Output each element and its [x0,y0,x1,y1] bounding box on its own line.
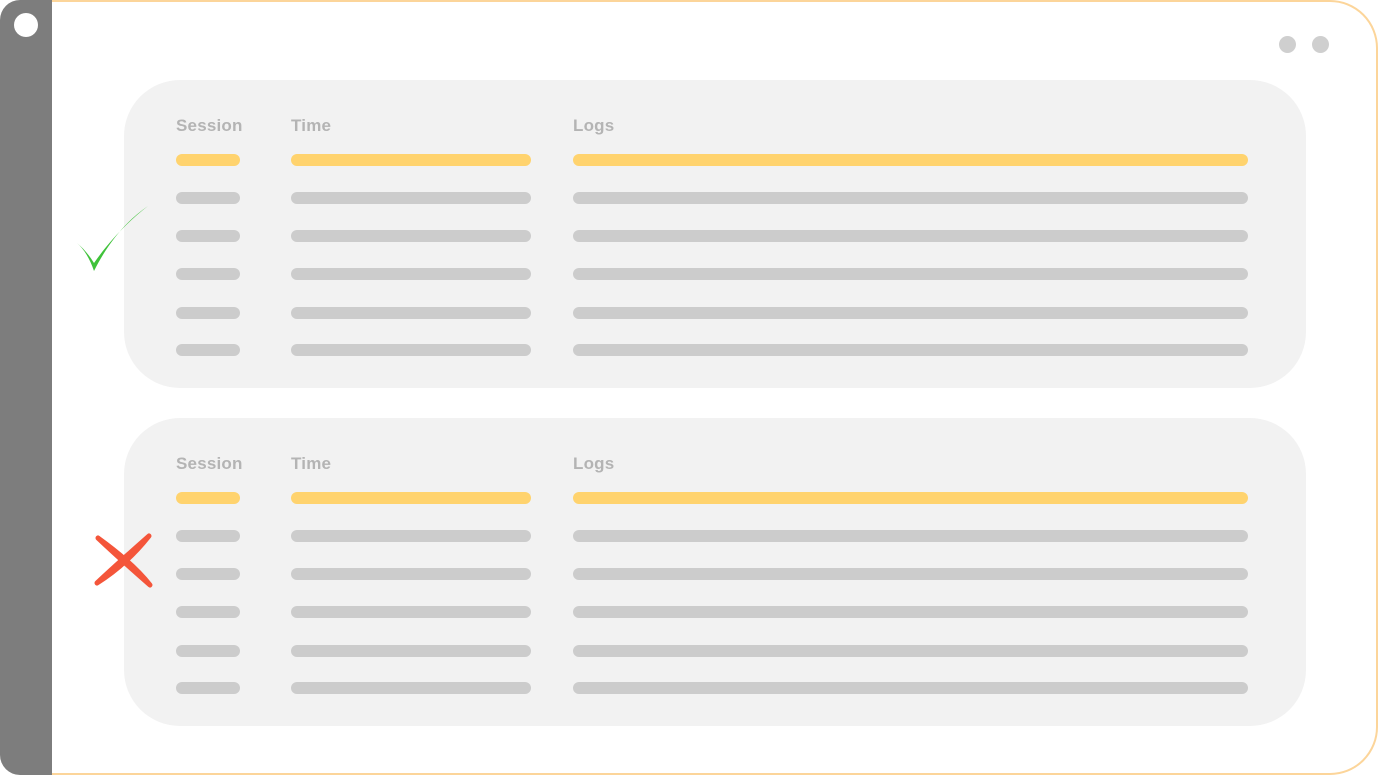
cell-placeholder [573,530,1248,542]
cell-placeholder [176,530,240,542]
cell-placeholder [573,192,1248,204]
highlighted-cell-placeholder [176,492,240,504]
column-header-session: Session [176,116,243,135]
checkmark-icon [77,206,148,271]
rail-dot-icon[interactable] [14,13,38,37]
cell-placeholder [291,530,531,542]
cell-placeholder [573,268,1248,280]
cell-placeholder [291,344,531,356]
cell-placeholder [176,568,240,580]
cell-placeholder [291,682,531,694]
cell-placeholder [176,268,240,280]
cell-placeholder [176,645,240,657]
column-header-time: Time [291,116,332,135]
highlighted-cell-placeholder [573,492,1248,504]
column-header-session: Session [176,454,243,473]
column-header-logs: Logs [573,116,615,135]
highlighted-cell-placeholder [176,154,240,166]
column-header-time: Time [291,454,332,473]
cross-icon [94,533,153,588]
cell-placeholder [573,307,1248,319]
highlighted-cell-placeholder [573,154,1248,166]
cell-placeholder [291,568,531,580]
cell-placeholder [291,230,531,242]
cell-placeholder [573,682,1248,694]
cell-placeholder [573,344,1248,356]
cell-placeholder [176,344,240,356]
cell-placeholder [176,606,240,618]
cell-placeholder [291,268,531,280]
window-control-dot[interactable] [1312,36,1329,53]
cell-placeholder [573,568,1248,580]
side-rail [0,0,52,775]
cell-placeholder [291,606,531,618]
cell-placeholder [176,192,240,204]
cell-placeholder [291,645,531,657]
highlighted-cell-placeholder [291,492,531,504]
cell-placeholder [573,230,1248,242]
cell-placeholder [176,307,240,319]
log-table-valid: Session Time Logs [124,80,1306,388]
log-table-invalid: Session Time Logs [124,418,1306,726]
cell-placeholder [176,682,240,694]
highlighted-cell-placeholder [291,154,531,166]
cell-placeholder [176,230,240,242]
column-header-logs: Logs [573,454,615,473]
cell-placeholder [291,192,531,204]
cell-placeholder [573,606,1248,618]
cell-placeholder [291,307,531,319]
cell-placeholder [573,645,1248,657]
window-control-dot[interactable] [1279,36,1296,53]
